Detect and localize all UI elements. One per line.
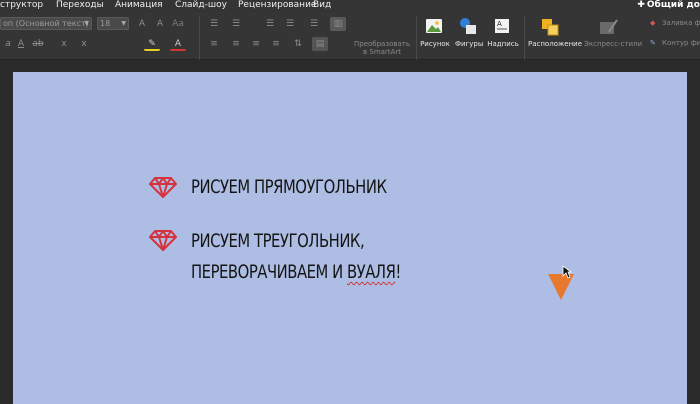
- divider: [416, 16, 417, 60]
- quick-styles-icon: [600, 19, 618, 34]
- font-name-value: оп (Основной текст): [3, 19, 89, 28]
- ribbon: оп (Основной текст) ▼ 18 ▼ A A Aa a A ab x…: [0, 12, 700, 60]
- align-right-button[interactable]: ≡: [248, 37, 264, 51]
- misspelled-word: вуаля: [346, 261, 396, 283]
- smartart-label-line1: Преобразовать: [354, 40, 410, 48]
- shapes-button[interactable]: Фигуры: [455, 40, 483, 48]
- underline-button[interactable]: A: [13, 37, 29, 51]
- chevron-down-icon: ▼: [121, 20, 126, 27]
- divider: [524, 16, 525, 60]
- textbox-button[interactable]: Надпись: [487, 40, 519, 48]
- smartart-button[interactable]: Преобразовать в SmartArt: [354, 40, 410, 56]
- change-case-button[interactable]: Aa: [170, 17, 186, 31]
- font-size-select[interactable]: 18 ▼: [97, 17, 129, 30]
- columns-button[interactable]: ▥: [330, 17, 346, 31]
- diamond-icon: [149, 177, 177, 198]
- bullet-text-2-suffix: !: [395, 261, 401, 283]
- align-text-button[interactable]: ▤: [312, 37, 328, 51]
- share-label: Общий до: [646, 0, 700, 10]
- arrange-button[interactable]: Расположение: [528, 40, 582, 48]
- smartart-label-line2: в SmartArt: [363, 48, 401, 56]
- tab-review[interactable]: Рецензирование: [238, 0, 316, 11]
- tab-animations[interactable]: Анимация: [115, 0, 163, 11]
- arrange-icon: [542, 19, 559, 36]
- highlight-color-button[interactable]: ✎: [144, 37, 160, 51]
- tab-design[interactable]: структор: [0, 0, 43, 11]
- mouse-cursor-icon: [562, 265, 572, 279]
- increase-indent-button[interactable]: ☰: [282, 17, 298, 31]
- diamond-icon: [149, 230, 177, 251]
- align-center-button[interactable]: ≡: [228, 37, 244, 51]
- bullet-text-2-prefix: переворачиваем и: [191, 261, 347, 283]
- tab-slideshow[interactable]: Слайд-шоу: [175, 0, 227, 11]
- shrink-font-button[interactable]: A: [152, 17, 168, 31]
- pen-icon: ✎: [650, 39, 656, 47]
- quick-styles-button[interactable]: Экспресс-стили: [584, 40, 642, 48]
- bullets-button[interactable]: ☰: [206, 17, 222, 31]
- add-person-icon: ✚: [637, 0, 645, 10]
- picture-icon: [426, 19, 442, 33]
- line-spacing-button[interactable]: ☰: [306, 17, 322, 31]
- shape-fill-button[interactable]: Заливка фи: [662, 19, 700, 28]
- superscript-button[interactable]: x: [56, 37, 72, 51]
- menu-bar: структор Переходы Анимация Слайд-шоу Рец…: [0, 0, 700, 12]
- share-button[interactable]: ✚ Общий до: [637, 0, 700, 11]
- align-left-button[interactable]: ≡: [206, 37, 222, 51]
- shape-outline-button[interactable]: Контур фи: [662, 39, 700, 48]
- paint-bucket-icon: ◆: [650, 19, 656, 27]
- shapes-icon: [460, 18, 476, 34]
- text-direction-button[interactable]: ⇅: [290, 37, 306, 51]
- numbering-button[interactable]: ☰: [228, 17, 244, 31]
- bullet-text-1[interactable]: Рисуем прямоугольник: [191, 174, 387, 200]
- font-size-value: 18: [100, 19, 111, 28]
- slide[interactable]: Рисуем прямоугольник Рисуем треугольник,…: [13, 72, 687, 404]
- textbox-icon: A: [495, 19, 509, 33]
- bullet-text-2-line-1[interactable]: Рисуем треугольник,: [191, 228, 365, 254]
- font-color-button[interactable]: A: [170, 37, 186, 51]
- grow-font-button[interactable]: A: [134, 17, 150, 31]
- tab-view[interactable]: Вид: [313, 0, 331, 11]
- picture-button[interactable]: Рисунок: [419, 40, 451, 48]
- decrease-indent-button[interactable]: ☰: [262, 17, 278, 31]
- font-name-select[interactable]: оп (Основной текст) ▼: [0, 17, 92, 30]
- justify-button[interactable]: ≡: [268, 37, 284, 51]
- chevron-down-icon: ▼: [84, 20, 89, 27]
- svg-text:A: A: [497, 20, 502, 28]
- divider: [199, 16, 200, 60]
- bullet-text-2-line-2[interactable]: переворачиваем и вуаля!: [191, 259, 401, 285]
- strikethrough-button[interactable]: ab: [30, 37, 46, 51]
- tab-transitions[interactable]: Переходы: [56, 0, 104, 11]
- subscript-button[interactable]: x: [76, 37, 92, 51]
